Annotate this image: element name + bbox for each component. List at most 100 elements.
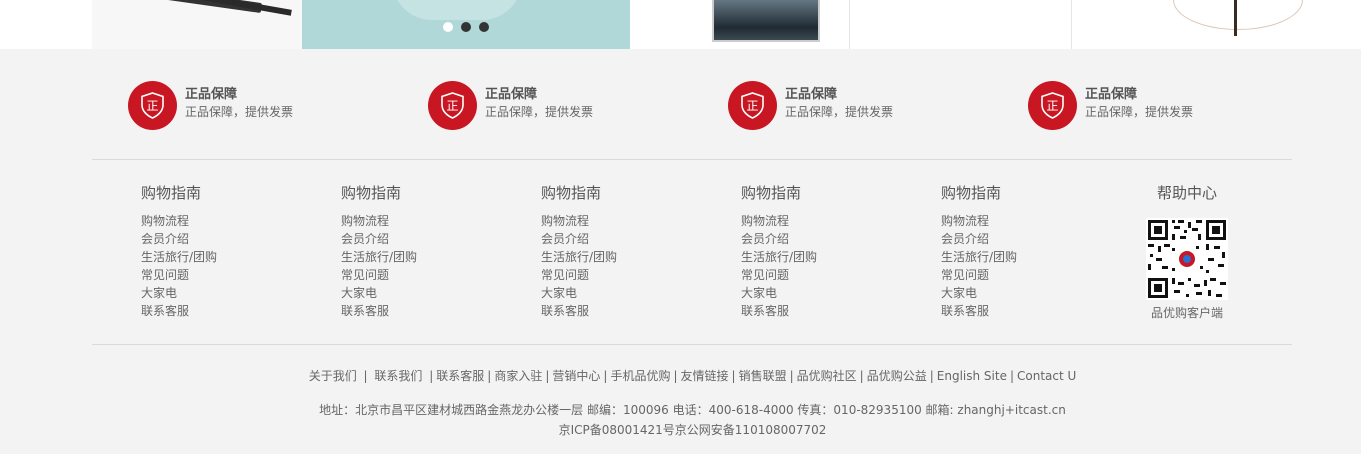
guide-link[interactable]: 生活旅行/团购	[541, 250, 617, 264]
guide-link[interactable]: 会员介绍	[541, 232, 589, 246]
guide-column-title: 购物指南	[141, 184, 202, 202]
footer-link-marketing[interactable]: 营销中心	[552, 369, 600, 383]
guide-link[interactable]: 常见问题	[341, 268, 389, 282]
guide-link[interactable]: 生活旅行/团购	[141, 250, 217, 264]
guide-link[interactable]: 会员介绍	[941, 232, 989, 246]
service-promise-bar: 正 正品保障 正品保障，提供发票 正 正品保障 正品保障，提供发票 正 正品保障…	[128, 81, 1292, 131]
footer-link-english[interactable]: English Site	[937, 369, 1007, 383]
shield-icon: 正	[441, 92, 464, 119]
shield-icon: 正	[1041, 92, 1064, 119]
carousel-dot-3[interactable]	[479, 22, 489, 32]
guide-column-title: 购物指南	[341, 184, 402, 202]
footer-link-about[interactable]: 关于我们	[309, 369, 357, 383]
shield-zheng-icon: 正	[428, 81, 477, 130]
guide-link[interactable]: 大家电	[541, 286, 577, 300]
guide-link[interactable]: 大家电	[141, 286, 177, 300]
promise-desc: 正品保障，提供发票	[1085, 105, 1194, 119]
separator: |	[603, 369, 608, 383]
product-tile-lamp[interactable]	[1073, 0, 1361, 49]
guide-link[interactable]: 生活旅行/团购	[741, 250, 817, 264]
promise-item: 正 正品保障 正品保障，提供发票	[128, 81, 388, 131]
company-address: 地址：北京市昌平区建材城西路金燕龙办公楼一层 邮编：100096 电话：400-…	[319, 403, 1066, 417]
guide-link[interactable]: 常见问题	[541, 268, 589, 282]
guide-link[interactable]: 生活旅行/团购	[341, 250, 417, 264]
guide-link[interactable]: 联系客服	[141, 304, 189, 318]
footer-link-mobile[interactable]: 手机品优购	[610, 369, 670, 383]
guide-link[interactable]: 常见问题	[141, 268, 189, 282]
guide-link[interactable]: 购物流程	[541, 214, 589, 228]
footer-link-friends[interactable]: 友情链接	[681, 369, 729, 383]
guide-link[interactable]: 联系客服	[341, 304, 389, 318]
product-tile-stylus[interactable]	[92, 0, 302, 49]
svg-text:正: 正	[746, 99, 758, 113]
footer-link-contact[interactable]: 联系我们	[374, 369, 422, 383]
shield-zheng-icon: 正	[728, 81, 777, 130]
product-tile-blank[interactable]	[851, 0, 1072, 49]
guide-link-list: 购物流程 会员介绍 生活旅行/团购 常见问题 大家电 联系客服	[541, 212, 721, 320]
promise-title: 正品保障	[185, 87, 238, 102]
guide-column: 购物指南 购物流程 会员介绍 生活旅行/团购 常见问题 大家电 联系客服	[341, 182, 521, 320]
separator: |	[1009, 369, 1014, 383]
footer-link-alliance[interactable]: 销售联盟	[739, 369, 787, 383]
footer-link-contact-us[interactable]: Contact U	[1017, 369, 1076, 383]
product-strip	[0, 0, 1361, 49]
separator: |	[545, 369, 550, 383]
guide-link[interactable]: 生活旅行/团购	[941, 250, 1017, 264]
guide-link[interactable]: 联系客服	[941, 304, 989, 318]
guide-link[interactable]: 联系客服	[741, 304, 789, 318]
separator: |	[359, 369, 372, 383]
promise-title: 正品保障	[1085, 87, 1138, 102]
carousel-dots	[443, 22, 489, 32]
promise-item: 正 正品保障 正品保障，提供发票	[1028, 81, 1288, 131]
guide-column-title: 购物指南	[741, 184, 802, 202]
promise-title: 正品保障	[785, 87, 838, 102]
divider	[92, 344, 1292, 345]
carousel-dot-1[interactable]	[443, 22, 453, 32]
guide-column-title: 购物指南	[941, 184, 1002, 202]
guide-link[interactable]: 常见问题	[941, 268, 989, 282]
product-tile-monitor[interactable]	[630, 0, 850, 49]
separator: |	[673, 369, 678, 383]
guide-link[interactable]: 购物流程	[941, 214, 989, 228]
guide-link[interactable]: 购物流程	[341, 214, 389, 228]
separator: |	[731, 369, 736, 383]
guide-link[interactable]: 购物流程	[741, 214, 789, 228]
guide-link-list: 购物流程 会员介绍 生活旅行/团购 常见问题 大家电 联系客服	[741, 212, 921, 320]
guide-link[interactable]: 会员介绍	[341, 232, 389, 246]
guide-link[interactable]: 购物流程	[141, 214, 189, 228]
footer-link-merchant[interactable]: 商家入驻	[494, 369, 542, 383]
footer-link-charity[interactable]: 品优购公益	[867, 369, 927, 383]
guide-link[interactable]: 大家电	[741, 286, 777, 300]
shield-zheng-icon: 正	[128, 81, 177, 130]
promise-desc: 正品保障，提供发票	[485, 105, 594, 119]
qr-caption: 品优购客户端	[1150, 306, 1223, 320]
shield-zheng-icon: 正	[1028, 81, 1077, 130]
product-image-detail	[202, 0, 292, 16]
footer-link-service[interactable]: 联系客服	[436, 369, 484, 383]
separator: |	[929, 369, 934, 383]
shield-icon: 正	[141, 92, 164, 119]
carousel-dot-2[interactable]	[461, 22, 471, 32]
svg-text:正: 正	[1046, 99, 1058, 113]
guide-column: 购物指南 购物流程 会员介绍 生活旅行/团购 常见问题 大家电 联系客服	[141, 182, 321, 320]
guide-link[interactable]: 大家电	[941, 286, 977, 300]
separator: |	[859, 369, 864, 383]
guide-column: 购物指南 购物流程 会员介绍 生活旅行/团购 常见问题 大家电 联系客服	[741, 182, 921, 320]
guide-link-list: 购物流程 会员介绍 生活旅行/团购 常见问题 大家电 联系客服	[941, 212, 1121, 320]
qr-code-icon[interactable]	[1146, 218, 1228, 300]
shield-icon: 正	[741, 92, 764, 119]
guide-link[interactable]: 会员介绍	[141, 232, 189, 246]
divider	[92, 159, 1292, 160]
promise-desc: 正品保障，提供发票	[785, 105, 894, 119]
guide-column: 购物指南 购物流程 会员介绍 生活旅行/团购 常见问题 大家电 联系客服	[941, 182, 1121, 320]
guide-link[interactable]: 会员介绍	[741, 232, 789, 246]
guide-link[interactable]: 常见问题	[741, 268, 789, 282]
help-center-title: 帮助中心	[1156, 184, 1217, 202]
footer-link-community[interactable]: 品优购社区	[797, 369, 857, 383]
guide-link[interactable]: 联系客服	[541, 304, 589, 318]
guide-link[interactable]: 大家电	[341, 286, 377, 300]
svg-text:正: 正	[446, 99, 458, 113]
banner-carousel[interactable]	[302, 0, 630, 49]
banner-image	[392, 0, 522, 20]
guide-link-list: 购物流程 会员介绍 生活旅行/团购 常见问题 大家电 联系客服	[141, 212, 321, 320]
